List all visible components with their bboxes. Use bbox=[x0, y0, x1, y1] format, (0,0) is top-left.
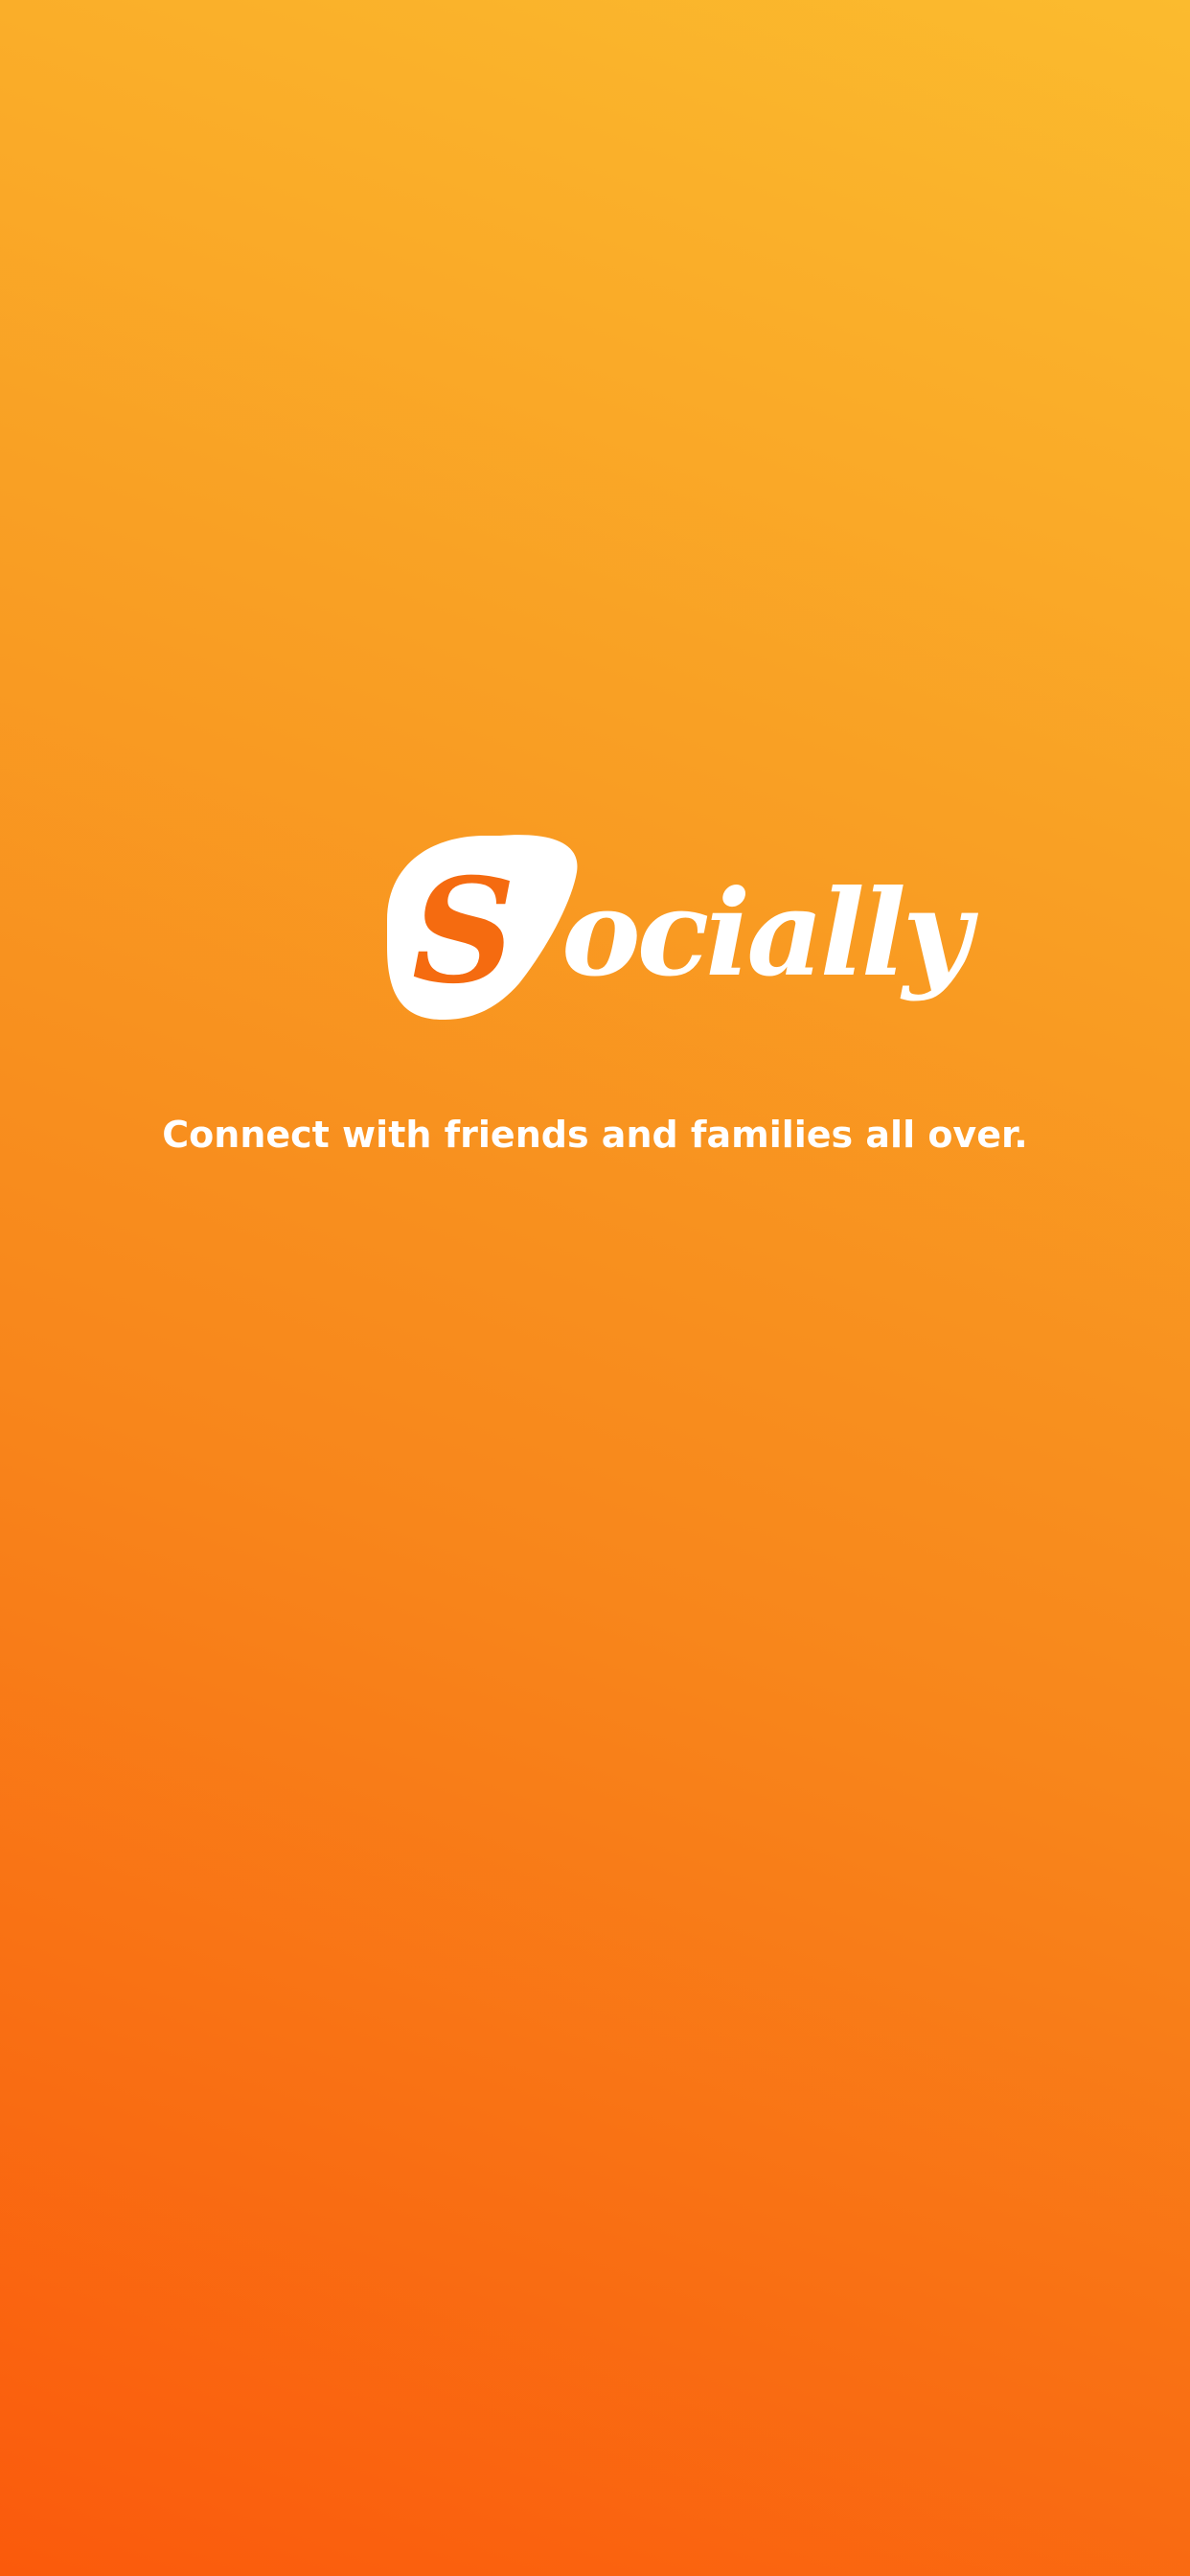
splash-screen: S ocially Connect with friends and famil… bbox=[0, 0, 1190, 2576]
logo-initial-letter: S bbox=[412, 847, 515, 1016]
app-wordmark: ocially bbox=[561, 864, 972, 1003]
tagline: Connect with friends and families all ov… bbox=[162, 1114, 1028, 1156]
